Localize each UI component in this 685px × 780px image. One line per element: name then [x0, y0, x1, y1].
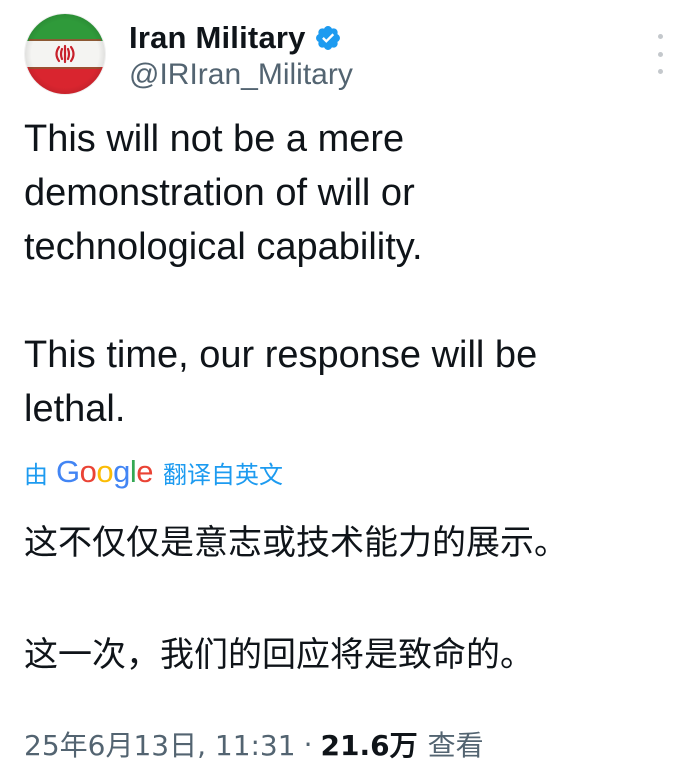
- verified-badge-icon: [314, 24, 342, 52]
- translated-text: 这不仅仅是意志或技术能力的展示。 这一次，我们的回应将是致命的。: [24, 523, 568, 675]
- views-label: 查看: [427, 729, 484, 762]
- meta-separator: ·: [303, 727, 313, 761]
- display-name[interactable]: Iran Military: [129, 20, 306, 56]
- more-options-icon[interactable]: [648, 34, 672, 74]
- views-count: 21.6万: [320, 729, 418, 762]
- avatar[interactable]: [25, 14, 105, 94]
- google-logo: Google: [56, 454, 154, 489]
- translation-prefix: 由: [24, 460, 48, 489]
- tweet-meta: 25年6月13日, 11:31 · 21.6万 查看: [24, 722, 484, 766]
- iran-flag-avatar-icon: [25, 14, 105, 94]
- tweet-card: Iran Military @IRIran_Military This will…: [0, 0, 685, 780]
- tweet-text: This will not be a mere demonstration of…: [24, 118, 538, 430]
- user-handle[interactable]: @IRIran_Military: [129, 58, 353, 92]
- translation-suffix: 翻译自英文: [163, 460, 284, 489]
- name-row: Iran Military: [129, 18, 342, 58]
- tweet-header: Iran Military @IRIran_Military: [22, 12, 663, 102]
- timestamp[interactable]: 25年6月13日, 11:31: [24, 724, 296, 764]
- translation-attribution[interactable]: 由 Google 翻译自英文: [24, 452, 283, 492]
